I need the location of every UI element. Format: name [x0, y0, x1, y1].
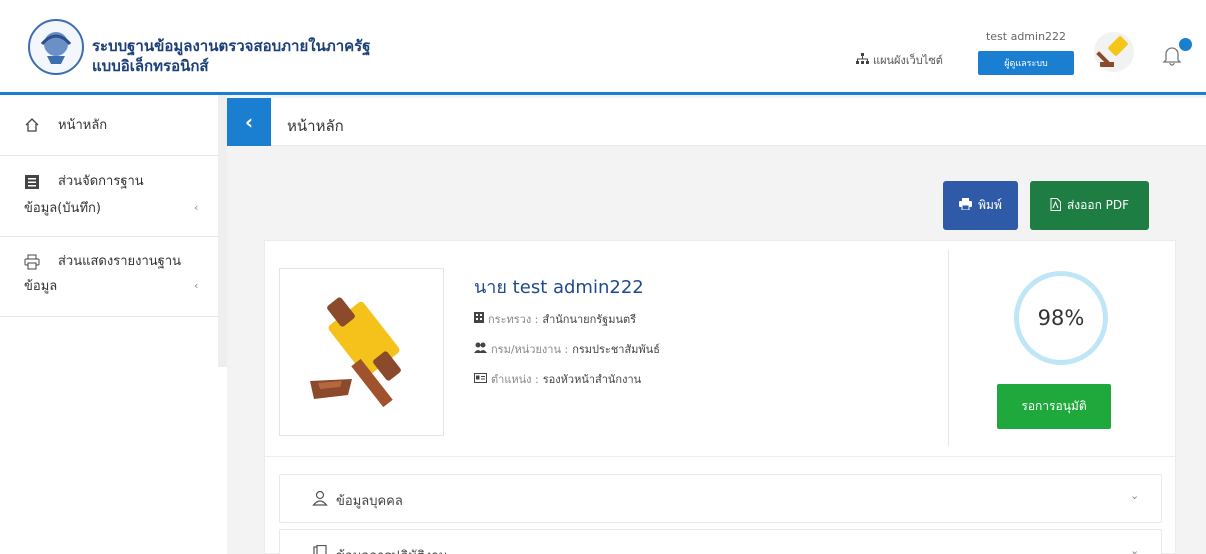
- sidebar-item-reports[interactable]: ส่วนแสดงรายงานฐาน ข้อมูล ‹: [0, 237, 218, 317]
- users-icon: [474, 342, 487, 356]
- chevron-left-icon: ‹: [194, 279, 199, 292]
- site-title-line1: ระบบฐานข้อมูลงานตรวจสอบภายในภาครัฐ: [92, 37, 371, 55]
- profile-name: นาย test admin222: [474, 277, 644, 298]
- sidebar-item-label: ส่วนจัดการฐาน: [58, 174, 144, 189]
- position-info: ตำแหน่ง : รองหัวหน้าสำนักงาน: [474, 370, 641, 388]
- building-icon: [474, 312, 484, 326]
- pdf-label: ส่งออก PDF: [1066, 198, 1130, 212]
- sitemap-icon: [856, 52, 869, 68]
- sidebar-item-label-line2: ข้อมูล: [24, 279, 58, 294]
- top-header: ระบบฐานข้อมูลงานตรวจสอบภายในภาครัฐ แบบอิ…: [0, 0, 1206, 95]
- position-value: รองหัวหน้าสำนักงาน: [542, 373, 642, 386]
- breadcrumb: [227, 98, 1206, 146]
- completion-progress: 98%: [1014, 271, 1108, 365]
- notification-badge: [1179, 38, 1192, 51]
- ministry-value: สำนักนายกรัฐมนตรี: [542, 313, 637, 326]
- pdf-file-icon: [1050, 197, 1061, 214]
- page-title: หน้าหลัก: [287, 117, 344, 135]
- government-seal-icon[interactable]: [27, 18, 85, 76]
- ministry-key: กระทรวง :: [488, 313, 539, 326]
- accordion-label: ข้อมูลบุคคล: [336, 494, 403, 509]
- print-button[interactable]: พิมพ์: [943, 181, 1018, 230]
- print-icon: [24, 254, 40, 270]
- document-icon: [312, 544, 328, 554]
- divider: [265, 456, 1175, 457]
- sidebar-scrollbar[interactable]: [218, 95, 227, 367]
- status-label: รอการอนุมัติ: [1021, 399, 1087, 413]
- sidebar-item-home[interactable]: หน้าหลัก: [0, 95, 218, 156]
- accordion-personal-info[interactable]: ข้อมูลบุคคล ⌄: [279, 474, 1162, 523]
- sidebar-item-data-management[interactable]: ส่วนจัดการฐาน ข้อมูล(บันทึก) ‹: [0, 156, 218, 237]
- chevron-down-icon: ⌄: [1130, 544, 1140, 554]
- role-badge: ผู้ดูแลระบบ: [978, 51, 1074, 75]
- sidebar-item-label-line2: ข้อมูล(บันทึก): [24, 201, 101, 216]
- profile-photo: [279, 268, 444, 436]
- sidebar: หน้าหลัก ส่วนจัดการฐาน ข้อมูล(บันทึก) ‹ …: [0, 95, 218, 554]
- divider: [948, 250, 949, 446]
- user-icon: [312, 490, 328, 506]
- list-icon: [24, 174, 40, 190]
- print-label: พิมพ์: [978, 198, 1002, 212]
- site-title[interactable]: ระบบฐานข้อมูลงานตรวจสอบภายในภาครัฐ แบบอิ…: [92, 36, 371, 76]
- sitemap-label: แผนผังเว็บไซต์: [873, 54, 943, 67]
- home-icon: [24, 117, 40, 133]
- department-info: กรม/หน่วยงาน : กรมประชาสัมพันธ์: [474, 340, 660, 358]
- gavel-icon: [310, 297, 401, 408]
- printer-icon: [959, 198, 973, 213]
- ministry-info: กระทรวง : สำนักนายกรัฐมนตรี: [474, 310, 636, 328]
- avatar[interactable]: [1094, 32, 1134, 72]
- position-key: ตำแหน่ง :: [491, 373, 539, 386]
- site-title-line2: แบบอิเล็กทรอนิกส์: [92, 57, 209, 75]
- id-card-icon: [474, 372, 487, 386]
- collapse-sidebar-button[interactable]: ‹: [227, 98, 271, 146]
- user-name: test admin222: [985, 30, 1067, 43]
- completion-percent: 98%: [1037, 306, 1085, 330]
- department-value: กรมประชาสัมพันธ์: [572, 343, 660, 356]
- chevron-left-icon: ‹: [244, 110, 254, 134]
- export-pdf-button[interactable]: ส่งออก PDF: [1030, 181, 1149, 230]
- status-button[interactable]: รอการอนุมัติ: [997, 384, 1111, 429]
- sidebar-item-label: ส่วนแสดงรายงานฐาน: [58, 254, 182, 269]
- chevron-left-icon: ‹: [194, 201, 199, 214]
- user-menu[interactable]: test admin222 ผู้ดูแลระบบ: [976, 30, 1076, 75]
- chevron-down-icon: ⌄: [1130, 489, 1140, 502]
- accordion-label: ข้อมูลการปฏิบัติงาน: [336, 545, 448, 554]
- sidebar-item-label: หน้าหลัก: [58, 118, 108, 133]
- sitemap-link[interactable]: แผนผังเว็บไซต์: [856, 51, 943, 69]
- department-key: กรม/หน่วยงาน :: [491, 343, 569, 356]
- accordion-work-info[interactable]: ข้อมูลการปฏิบัติงาน ⌄: [279, 529, 1162, 554]
